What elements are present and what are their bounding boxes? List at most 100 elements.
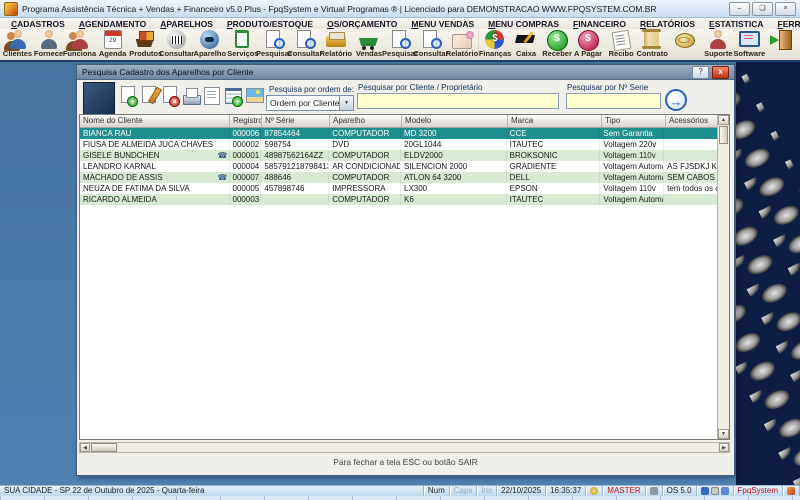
col-registro[interactable]: Registro xyxy=(230,115,262,127)
toolbar-button-relatorio-os[interactable]: Relatório xyxy=(320,29,352,60)
toolbar-button-financas[interactable]: Finanças xyxy=(479,29,511,60)
minimize-button[interactable]: – xyxy=(729,1,750,16)
cell-tipo: Voltagem Automática xyxy=(600,172,665,183)
table-body: BIANCA RAU 000006 87854464 COMPUTADOR MD 320… xyxy=(80,128,718,439)
cell-acessorios xyxy=(664,128,718,139)
toolbar-button-servicos[interactable]: Serviços xyxy=(227,29,259,60)
menu-financeiro[interactable]: FINANCEIRO xyxy=(566,19,633,29)
phone-icon: ☎ xyxy=(217,151,228,160)
vertical-scrollbar[interactable]: ▲ ▼ xyxy=(717,115,729,439)
menu-vendas[interactable]: MENU VENDAS xyxy=(404,19,481,29)
menu-estatistica[interactable]: ESTATISTICA xyxy=(702,19,770,29)
toolbar-button-caixa[interactable]: Caixa xyxy=(511,29,542,60)
table-row[interactable]: FIUSA DE ALMEIDA JUCA CHAVES 000002 598754… xyxy=(80,139,718,150)
cell-registro: 000001 xyxy=(230,150,262,161)
toolbar-button-agenda[interactable]: Agenda xyxy=(97,29,128,60)
toolbar-button-recibo[interactable]: Recibo xyxy=(606,29,637,60)
menu-cadastros[interactable]: CADASTROS xyxy=(4,19,72,29)
products-cart-icon xyxy=(133,29,159,50)
cell-modelo: LX300 xyxy=(401,183,507,194)
cell-modelo: ATLON 64 3200 xyxy=(401,172,507,183)
toolbar-button-consultar-vendas[interactable]: Consultar xyxy=(413,29,448,60)
horizontal-scroll-track[interactable] xyxy=(118,443,719,452)
table-row[interactable]: GISELE BUNDCHEN ☎ 000001 48987562164ZZ COMPU… xyxy=(80,150,718,161)
toolbar-button-funciona[interactable]: Funciona xyxy=(63,29,96,60)
vertical-scroll-thumb[interactable] xyxy=(719,126,728,144)
toolbar-button-relatorio-vendas[interactable]: Relatório xyxy=(446,29,478,60)
go-search-button[interactable]: → xyxy=(665,89,687,111)
menu-os-orcamento[interactable]: OS/ORÇAMENTO xyxy=(320,19,404,29)
app-icon xyxy=(4,1,18,16)
status-version: OS 5.0 xyxy=(663,486,697,496)
menu-ferramentas[interactable]: FERRAMENTAS xyxy=(771,19,800,29)
col-acessorios[interactable]: Acessórios xyxy=(666,115,720,127)
client-search-input[interactable] xyxy=(357,93,559,109)
toolbar-button-pesquisar-os[interactable]: Pesquisar xyxy=(256,29,292,60)
toolbar-button-moeda[interactable] xyxy=(670,29,701,60)
cell-acessorios: tem todos os cab xyxy=(664,183,718,194)
edit-record-icon[interactable] xyxy=(140,85,159,107)
scroll-down-icon[interactable]: ▼ xyxy=(718,429,729,439)
close-button[interactable]: × xyxy=(775,1,796,16)
cell-marca: ITAUTEC xyxy=(507,194,601,205)
key-icon xyxy=(590,487,599,495)
col-nome[interactable]: Nome do Cliente xyxy=(80,115,230,127)
grid-export-icon[interactable] xyxy=(224,85,243,107)
menu-relatorios[interactable]: RELATÓRIOS xyxy=(633,19,702,29)
toolbar-button-fornece[interactable]: Fornece xyxy=(33,29,64,60)
cell-name: NEUZA DE FATIMA DA SILVA xyxy=(80,183,230,194)
delete-record-icon[interactable] xyxy=(161,85,180,107)
table-row[interactable]: LEANDRO KARNAL00000458579121879841327897… xyxy=(80,161,718,172)
toolbar-button-vendas[interactable]: Vendas xyxy=(353,29,384,60)
col-serie[interactable]: Nº Série xyxy=(262,115,330,127)
menu-aparelhos[interactable]: APARELHOS xyxy=(153,19,220,29)
col-modelo[interactable]: Modelo xyxy=(402,115,508,127)
scroll-right-icon[interactable]: ▶ xyxy=(719,443,729,452)
scroll-left-icon[interactable]: ◀ xyxy=(80,443,90,452)
order-select[interactable]: Ordem por Cliente ▼ xyxy=(266,95,354,111)
table-row[interactable]: NEUZA DE FATIMA DA SILVA 000005 457898746 I… xyxy=(80,183,718,194)
menu-produto-estoque[interactable]: PRODUTO/ESTOQUE xyxy=(220,19,320,29)
print-icon[interactable] xyxy=(182,85,201,107)
scroll-up-icon[interactable]: ▲ xyxy=(718,115,729,125)
cell-aparelho: COMPUTADOR xyxy=(329,172,401,183)
toolbar-button-a-pagar[interactable]: A Pagar xyxy=(573,29,604,60)
toolbar-button-clientes[interactable]: Clientes xyxy=(2,29,33,60)
table-row[interactable]: BIANCA RAU 000006 87854464 COMPUTADOR MD 320… xyxy=(80,128,718,139)
cell-modelo: MD 3200 xyxy=(401,128,507,139)
maximize-button[interactable]: ❏ xyxy=(752,1,773,16)
cell-registro: 000004 xyxy=(230,161,262,172)
toolbar-button-consultar-produto[interactable]: Consultar xyxy=(159,29,194,60)
col-marca[interactable]: Marca xyxy=(508,115,602,127)
table-row[interactable]: MACHADO DE ASSIS ☎ 000007 488646 COMPUTADOR A… xyxy=(80,172,718,183)
menu-compras[interactable]: MENU COMPRAS xyxy=(481,19,566,29)
toolbar-button-software[interactable]: Software xyxy=(734,29,765,60)
table-row[interactable]: RICARDO ALMEIDA 000003 COMPUTADOR K6 ITAUTEC… xyxy=(80,194,718,205)
cell-acessorios: AS FJSDKJ KSA xyxy=(664,161,718,172)
toolbar-button-receber[interactable]: Receber xyxy=(542,29,573,60)
add-record-icon[interactable] xyxy=(119,85,138,107)
toolbar-button-aparelho[interactable]: Aparelho xyxy=(194,29,226,60)
dialog-help-button[interactable]: ? xyxy=(692,65,709,79)
toolbar-button-consultar-os[interactable]: Consultar xyxy=(287,29,322,60)
toolbar-button-sair[interactable] xyxy=(767,29,798,60)
search-doc-icon xyxy=(387,29,413,50)
serie-search-input[interactable] xyxy=(566,93,661,109)
notes-icon[interactable] xyxy=(203,85,222,107)
dialog-close-button[interactable]: x xyxy=(712,65,729,79)
toolbar-button-contrato[interactable]: Contrato xyxy=(637,29,668,60)
cell-name: BIANCA RAU xyxy=(80,128,230,139)
status-key xyxy=(586,486,604,496)
toolbar-button-produtos[interactable]: Produtos xyxy=(129,29,162,60)
horizontal-scrollbar[interactable]: ◀ ▶ xyxy=(79,442,730,453)
client-search-label: Pesquisar por Cliente / Proprietário xyxy=(358,83,483,92)
cell-marca: DELL xyxy=(507,172,601,183)
col-aparelho[interactable]: Aparelho xyxy=(330,115,402,127)
photo-icon[interactable] xyxy=(245,85,264,107)
toolbar-button-suporte[interactable]: Suporte xyxy=(703,29,734,60)
toolbar-button-pesquisar-vendas[interactable]: Pesquisar xyxy=(382,29,418,60)
horizontal-scroll-thumb[interactable] xyxy=(91,443,117,452)
menu-agendamento[interactable]: AGENDAMENTO xyxy=(72,19,153,29)
status-num: Num xyxy=(424,486,450,496)
col-tipo[interactable]: Tipo xyxy=(602,115,666,127)
